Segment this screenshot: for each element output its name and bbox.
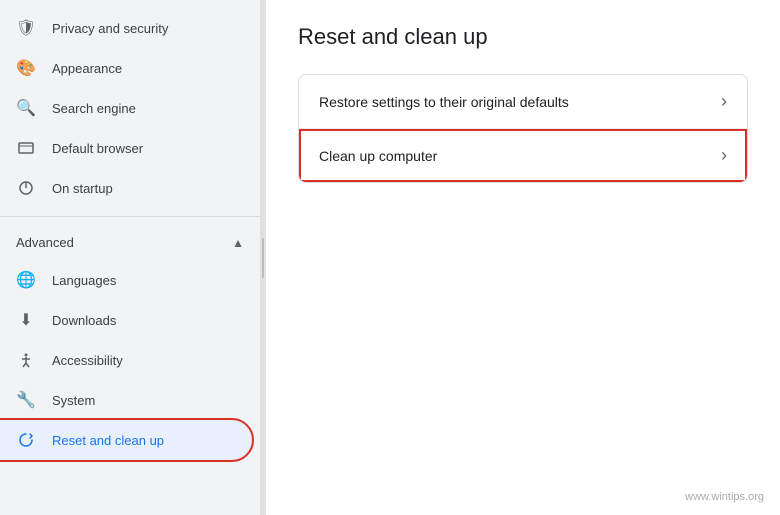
restore-settings-label: Restore settings to their original defau… <box>319 94 569 110</box>
sidebar-item-search[interactable]: 🔍 Search engine <box>0 88 252 128</box>
sidebar-item-label: System <box>52 393 95 408</box>
settings-card: Restore settings to their original defau… <box>298 74 748 183</box>
downloads-icon: ⬇ <box>16 310 36 330</box>
section-divider <box>0 216 260 217</box>
sidebar-item-downloads[interactable]: ⬇ Downloads <box>0 300 252 340</box>
main-content: Reset and clean up Restore settings to t… <box>266 0 780 515</box>
sidebar-item-languages[interactable]: 🌐 Languages <box>0 260 252 300</box>
system-icon: 🔧 <box>16 390 36 410</box>
sidebar-item-label: Privacy and security <box>52 21 168 36</box>
sidebar-item-label: Reset and clean up <box>52 433 164 448</box>
sidebar-item-accessibility[interactable]: Accessibility <box>0 340 252 380</box>
sidebar-item-default-browser[interactable]: Default browser <box>0 128 252 168</box>
sidebar-item-label: Accessibility <box>52 353 123 368</box>
restore-settings-row[interactable]: Restore settings to their original defau… <box>299 75 747 129</box>
advanced-section-header[interactable]: Advanced ▲ <box>0 225 260 260</box>
sidebar-item-on-startup[interactable]: On startup <box>0 168 252 208</box>
sidebar-item-privacy[interactable]: 🛡 Privacy and security <box>0 8 252 48</box>
reset-icon <box>16 430 36 450</box>
chevron-right-icon: › <box>721 91 727 112</box>
appearance-icon: 🎨 <box>16 58 36 78</box>
sidebar-item-label: On startup <box>52 181 113 196</box>
chevron-right-icon: › <box>721 145 727 166</box>
languages-icon: 🌐 <box>16 270 36 290</box>
sidebar-item-label: Search engine <box>52 101 136 116</box>
sidebar-item-label: Default browser <box>52 141 143 156</box>
accessibility-icon <box>16 350 36 370</box>
sidebar-item-label: Languages <box>52 273 116 288</box>
sidebar: 🛡 Privacy and security 🎨 Appearance 🔍 Se… <box>0 0 260 515</box>
sidebar-item-label: Appearance <box>52 61 122 76</box>
privacy-icon: 🛡 <box>16 18 36 38</box>
page-title: Reset and clean up <box>298 24 748 50</box>
startup-icon <box>16 178 36 198</box>
sidebar-item-reset[interactable]: Reset and clean up <box>0 420 252 460</box>
search-icon: 🔍 <box>16 98 36 118</box>
chevron-up-icon: ▲ <box>232 236 244 250</box>
cleanup-computer-label: Clean up computer <box>319 148 437 164</box>
default-browser-icon <box>16 138 36 158</box>
sidebar-resize-handle[interactable] <box>260 0 266 515</box>
cleanup-computer-row[interactable]: Clean up computer › <box>299 129 747 182</box>
advanced-label: Advanced <box>16 235 74 250</box>
sidebar-item-system[interactable]: 🔧 System <box>0 380 252 420</box>
sidebar-item-appearance[interactable]: 🎨 Appearance <box>0 48 252 88</box>
sidebar-item-label: Downloads <box>52 313 116 328</box>
